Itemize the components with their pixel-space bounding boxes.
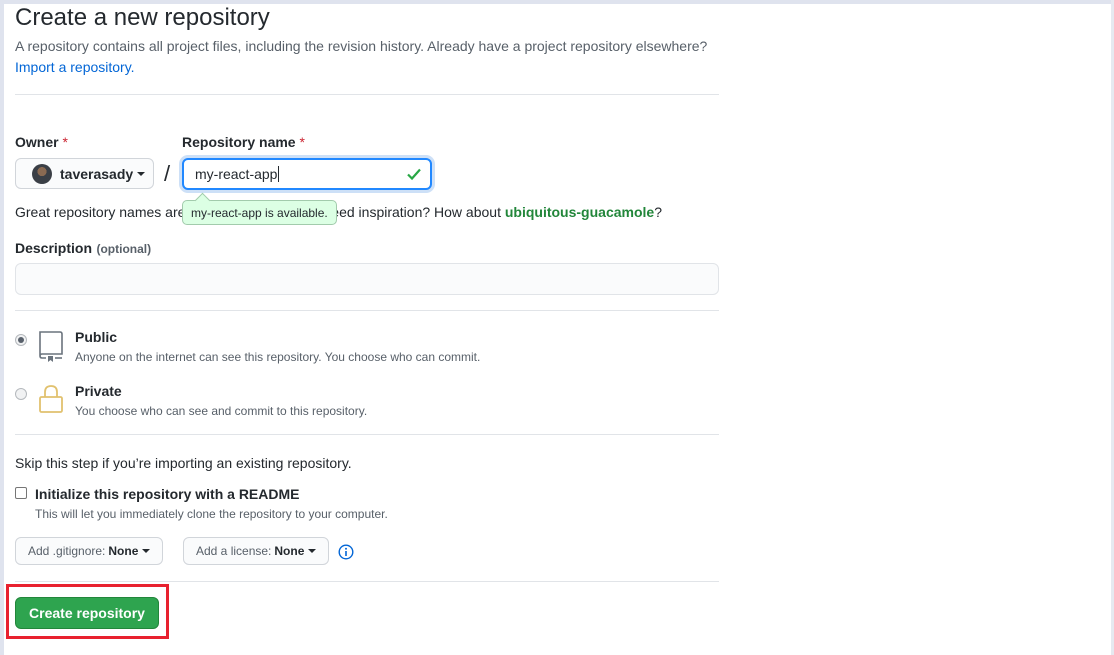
create-repository-button[interactable]: Create repository <box>15 597 159 629</box>
avatar <box>32 163 52 184</box>
divider <box>15 310 719 311</box>
public-radio[interactable] <box>15 334 27 346</box>
description-label-text: Description <box>15 240 93 256</box>
private-option-desc: You choose who can see and commit to thi… <box>75 404 368 418</box>
readme-label[interactable]: Initialize this repository with a README <box>35 486 299 502</box>
repo-name-label-text: Repository name <box>182 134 296 150</box>
owner-dropdown[interactable]: taverasady <box>15 158 154 189</box>
owner-label: Owner * <box>15 134 68 150</box>
gitignore-prefix: Add .gitignore: <box>28 544 106 558</box>
import-repository-link[interactable]: Import a repository. <box>15 59 135 75</box>
optional-tag: (optional) <box>96 242 152 256</box>
private-option-title[interactable]: Private <box>75 383 122 399</box>
caret-down-icon <box>308 549 317 553</box>
required-mark: * <box>62 134 68 150</box>
hint-prefix: Great repository names are <box>15 204 186 220</box>
repo-icon <box>39 331 63 362</box>
readme-desc: This will let you immediately clone the … <box>35 507 388 521</box>
page-title: Create a new repository <box>15 4 270 31</box>
divider <box>15 94 719 95</box>
owner-label-text: Owner <box>15 134 59 150</box>
page-subtitle: A repository contains all project files,… <box>15 38 708 54</box>
public-option-desc: Anyone on the internet can see this repo… <box>75 350 481 364</box>
hint-suffix: ? <box>654 204 662 220</box>
info-icon[interactable] <box>338 544 354 560</box>
name-suggestion-link[interactable]: ubiquitous-guacamole <box>505 204 654 220</box>
license-dropdown[interactable]: Add a license: None <box>183 537 330 565</box>
caret-down-icon <box>137 171 146 176</box>
check-icon <box>407 168 421 181</box>
divider <box>15 581 719 582</box>
repo-name-input[interactable]: my-react-app <box>182 158 432 190</box>
availability-tooltip: my-react-app is available. <box>182 200 337 225</box>
readme-checkbox[interactable] <box>15 487 27 499</box>
owner-username: taverasady <box>60 165 134 182</box>
window-left-border <box>0 0 4 655</box>
repo-name-value: my-react-app <box>195 166 278 182</box>
license-prefix: Add a license: <box>196 544 272 558</box>
private-radio[interactable] <box>15 388 27 400</box>
lock-icon <box>39 385 63 413</box>
license-value: None <box>274 544 305 558</box>
description-label: Description (optional) <box>15 240 151 258</box>
gitignore-value: None <box>108 544 139 558</box>
gitignore-dropdown[interactable]: Add .gitignore: None <box>15 537 164 565</box>
skip-step-text: Skip this step if you’re importing an ex… <box>15 455 352 471</box>
owner-repo-separator: / <box>164 161 171 186</box>
description-input[interactable] <box>15 263 719 295</box>
text-cursor <box>278 166 280 182</box>
divider <box>15 434 719 435</box>
public-option-title[interactable]: Public <box>75 329 117 345</box>
caret-down-icon <box>142 549 151 553</box>
repo-name-label: Repository name * <box>182 134 305 150</box>
repo-name-hint: Great repository names are eed inspirati… <box>15 204 662 220</box>
required-mark: * <box>299 134 305 150</box>
hint-middle: eed inspiration? How about <box>331 204 501 220</box>
